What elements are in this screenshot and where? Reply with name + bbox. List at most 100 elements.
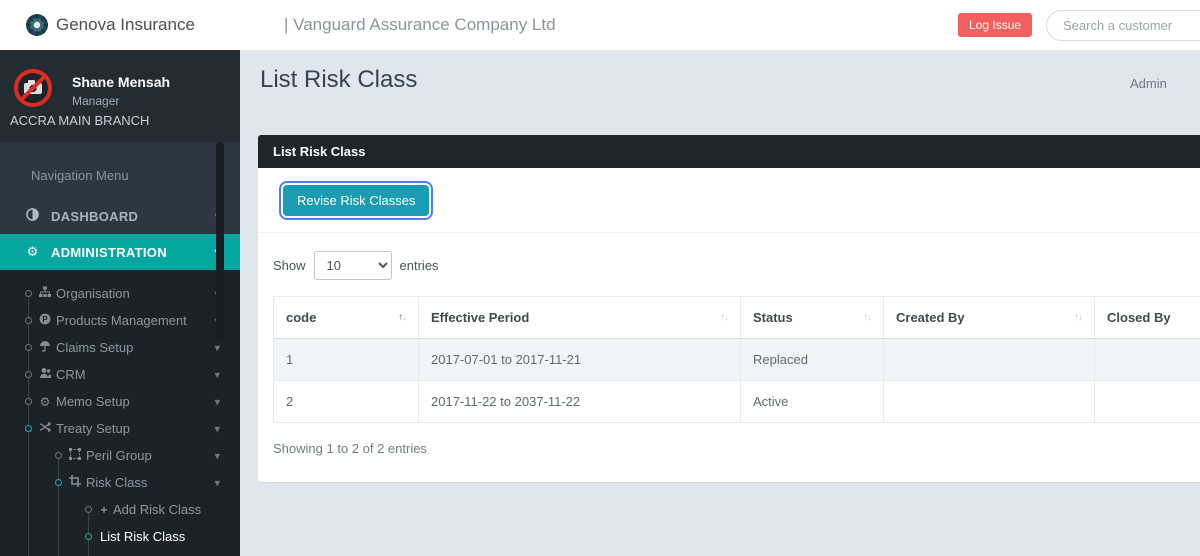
log-issue-button[interactable]: Log Issue xyxy=(958,13,1033,37)
entries-label: entries xyxy=(399,258,439,273)
gear-icon: ⚙ xyxy=(26,244,39,260)
cell-effective-period: 2017-07-01 to 2017-11-21 xyxy=(418,338,741,381)
sidebar-item-label: Memo Setup xyxy=(56,394,130,409)
sidebar-item-label: Organisation xyxy=(56,286,130,301)
sidebar-item-administration[interactable]: ⚙ ADMINISTRATION ▾ xyxy=(0,234,240,270)
sitemap-icon xyxy=(38,286,52,301)
main-content: List Risk Class Admin List Risk Class Re… xyxy=(240,50,1200,556)
sidebar-item-memo-setup[interactable]: ⚙ Memo Setup ▾ xyxy=(0,388,240,415)
sort-icon: ↑↓ xyxy=(1074,312,1083,323)
sidebar-item-peril-group[interactable]: Peril Group ▾ xyxy=(0,442,240,469)
umbrella-icon xyxy=(38,340,52,355)
shuffle-icon xyxy=(38,421,52,436)
svg-text:P: P xyxy=(42,315,48,324)
sidebar-item-list-risk-class[interactable]: List Risk Class xyxy=(0,523,240,550)
user-panel: Shane Mensah Manager ACCRA MAIN BRANCH xyxy=(0,50,240,142)
sidebar-item-organisation[interactable]: Organisation ▾ xyxy=(0,280,240,307)
bullet-icon xyxy=(25,290,32,297)
divider xyxy=(258,232,1200,233)
navigation-menu-label: Navigation Menu xyxy=(31,168,129,183)
company-name: | Vanguard Assurance Company Ltd xyxy=(284,15,556,34)
sidebar-item-label: Products Management xyxy=(56,313,187,328)
cell-created-by xyxy=(883,380,1095,423)
brand-logo-icon xyxy=(26,14,48,36)
caret-down-icon: ▾ xyxy=(214,476,220,489)
bullet-icon xyxy=(25,317,32,324)
panel-header: List Risk Class xyxy=(258,135,1200,168)
sidebar-item-label: ADMINISTRATION xyxy=(51,244,167,260)
page-title: List Risk Class xyxy=(260,66,418,93)
no-photo-avatar-icon xyxy=(14,69,52,107)
sidebar-item-label: Risk Class xyxy=(86,475,148,490)
sidebar-item-label: Claims Setup xyxy=(56,340,134,355)
page-size-control: Show 10 entries xyxy=(273,251,1200,280)
sidebar-item-claims-setup[interactable]: Claims Setup ▾ xyxy=(0,334,240,361)
cell-status: Active xyxy=(740,380,884,423)
sidebar-item-dashboard[interactable]: DASHBOARD ▾ xyxy=(0,198,240,234)
bullet-icon xyxy=(25,344,32,351)
sidebar-item-crm[interactable]: CRM ▾ xyxy=(0,361,240,388)
bullet-icon xyxy=(85,533,92,540)
app-root: Genova Insurance | Vanguard Assurance Co… xyxy=(0,0,1200,556)
sidebar-item-label: Treaty Setup xyxy=(56,421,130,436)
sidebar-item-label: CRM xyxy=(56,367,86,382)
sidebar-item-products-management[interactable]: P Products Management ▾ xyxy=(0,307,240,334)
caret-down-icon: ▾ xyxy=(214,341,220,354)
bullet-icon xyxy=(25,425,32,432)
col-header-effective-period[interactable]: Effective Period ↑↓ xyxy=(418,296,741,339)
table-info-text: Showing 1 to 2 of 2 entries xyxy=(273,441,427,456)
topbar: Genova Insurance | Vanguard Assurance Co… xyxy=(0,0,1200,50)
user-branch: ACCRA MAIN BRANCH xyxy=(10,113,150,128)
user-name: Shane Mensah xyxy=(72,74,171,90)
sidebar-item-add-risk-class[interactable]: + Add Risk Class xyxy=(0,496,240,523)
sidebar-item-label: DASHBOARD xyxy=(51,208,139,224)
col-header-code[interactable]: code ↑↓ xyxy=(273,296,419,339)
product-icon: P xyxy=(38,313,52,328)
user-role: Manager xyxy=(72,94,120,108)
table-row[interactable]: 2 2017-11-22 to 2037-11-22 Active xyxy=(273,380,1200,423)
caret-down-icon: ▾ xyxy=(214,395,220,408)
cell-code: 2 xyxy=(273,380,419,423)
plus-icon: + xyxy=(100,502,108,517)
sort-icon: ↑↓ xyxy=(863,312,872,323)
customer-search-input[interactable] xyxy=(1046,10,1200,41)
show-label: Show xyxy=(273,258,306,273)
bullet-icon xyxy=(25,371,32,378)
content-header: List Risk Class Admin xyxy=(240,50,1200,135)
brand-area[interactable]: Genova Insurance xyxy=(0,0,240,50)
cell-closed-by xyxy=(1094,338,1200,381)
cell-effective-period: 2017-11-22 to 2037-11-22 xyxy=(418,380,741,423)
bullet-icon xyxy=(25,398,32,405)
administration-submenu: Organisation ▾ P Products Management ▾ C… xyxy=(0,270,240,556)
table-header-row: code ↑↓ Effective Period ↑↓ Status ↑↓ Cr… xyxy=(273,296,1200,339)
caret-down-icon: ▾ xyxy=(214,449,220,462)
col-header-closed-by[interactable]: Closed By xyxy=(1094,296,1200,339)
breadcrumb[interactable]: Admin xyxy=(1130,76,1167,91)
sidebar-item-treaty-setup[interactable]: Treaty Setup ▾ xyxy=(0,415,240,442)
crop-icon xyxy=(68,475,82,490)
caret-down-icon: ▾ xyxy=(214,368,220,381)
cell-created-by xyxy=(883,338,1095,381)
risk-class-table: code ↑↓ Effective Period ↑↓ Status ↑↓ Cr… xyxy=(273,296,1200,423)
sidebar: Shane Mensah Manager ACCRA MAIN BRANCH N… xyxy=(0,50,240,556)
panel-title: List Risk Class xyxy=(273,144,366,159)
gear-icon: ⚙ xyxy=(39,394,51,409)
dashboard-adjust-icon xyxy=(25,208,40,224)
col-header-created-by[interactable]: Created By ↑↓ xyxy=(883,296,1095,339)
panel-body: Revise Risk Classes Show 10 entries code xyxy=(258,168,1200,482)
sort-icon: ↑↓ xyxy=(398,312,407,323)
cell-closed-by xyxy=(1094,380,1200,423)
users-icon xyxy=(38,367,52,382)
table-row[interactable]: 1 2017-07-01 to 2017-11-21 Replaced xyxy=(273,338,1200,381)
object-group-icon xyxy=(68,448,82,463)
sidebar-scrollbar-thumb[interactable] xyxy=(216,142,224,342)
sidebar-item-label: Peril Group xyxy=(86,448,152,463)
sidebar-item-risk-class[interactable]: Risk Class ▾ xyxy=(0,469,240,496)
bullet-icon xyxy=(55,479,62,486)
page-size-select[interactable]: 10 xyxy=(313,251,392,280)
col-header-status[interactable]: Status ↑↓ xyxy=(740,296,884,339)
revise-risk-classes-button[interactable]: Revise Risk Classes xyxy=(278,181,434,220)
list-risk-class-panel: List Risk Class Revise Risk Classes Show… xyxy=(258,135,1200,482)
sidebar-item-label: List Risk Class xyxy=(100,529,186,544)
bullet-icon xyxy=(55,452,62,459)
